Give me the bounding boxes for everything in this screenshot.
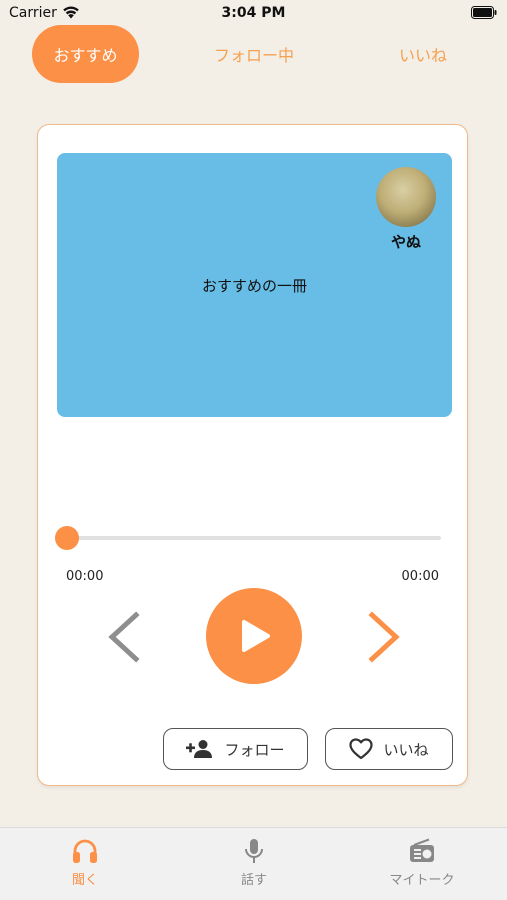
like-button[interactable]: いいね: [325, 728, 453, 770]
previous-chevron-icon[interactable]: [106, 611, 142, 663]
heart-icon: [349, 738, 374, 760]
progress-track[interactable]: [67, 536, 441, 540]
tab-listen-label: 聞く: [71, 873, 98, 888]
elapsed-time: 00:00: [66, 569, 104, 584]
author-name[interactable]: やぬ: [366, 231, 446, 252]
battery-icon: [471, 6, 497, 19]
status-bar: Carrier 3:04 PM: [0, 0, 507, 28]
radio-icon: [410, 838, 434, 862]
tab-talk-label: 話す: [240, 873, 267, 888]
tab-following[interactable]: フォロー中: [196, 25, 312, 83]
tab-label: おすすめ: [53, 46, 118, 65]
author-avatar[interactable]: [376, 167, 436, 227]
tab-recommended[interactable]: おすすめ: [32, 25, 139, 83]
add-person-icon: [186, 740, 213, 758]
like-label: いいね: [383, 740, 429, 759]
tab-liked[interactable]: いいね: [378, 25, 468, 83]
follow-label: フォロー: [224, 740, 285, 759]
headphones-icon: [73, 839, 97, 863]
cover-title: おすすめの一冊: [201, 277, 307, 295]
tab-label: いいね: [398, 46, 447, 65]
tab-my-talk[interactable]: マイトーク: [362, 838, 482, 888]
tab-label: フォロー中: [213, 46, 294, 65]
tab-listen[interactable]: 聞く: [25, 838, 145, 888]
play-icon: [242, 620, 270, 652]
play-button[interactable]: [206, 588, 302, 684]
microphone-icon: [245, 839, 263, 863]
follow-button[interactable]: フォロー: [163, 728, 308, 770]
clock: 3:04 PM: [221, 5, 286, 21]
next-chevron-icon[interactable]: [366, 611, 402, 663]
talk-card: おすすめの一冊 やぬ 00:00 00:00 フォロー いいね: [37, 124, 468, 786]
bottom-tab-bar: 聞く 話す マイトーク: [0, 827, 507, 900]
cover-panel: おすすめの一冊 やぬ: [57, 153, 452, 417]
tab-talk[interactable]: 話す: [194, 838, 314, 888]
progress-knob[interactable]: [55, 526, 79, 550]
tab-my-talk-label: マイトーク: [389, 873, 455, 888]
total-time: 00:00: [401, 569, 439, 584]
